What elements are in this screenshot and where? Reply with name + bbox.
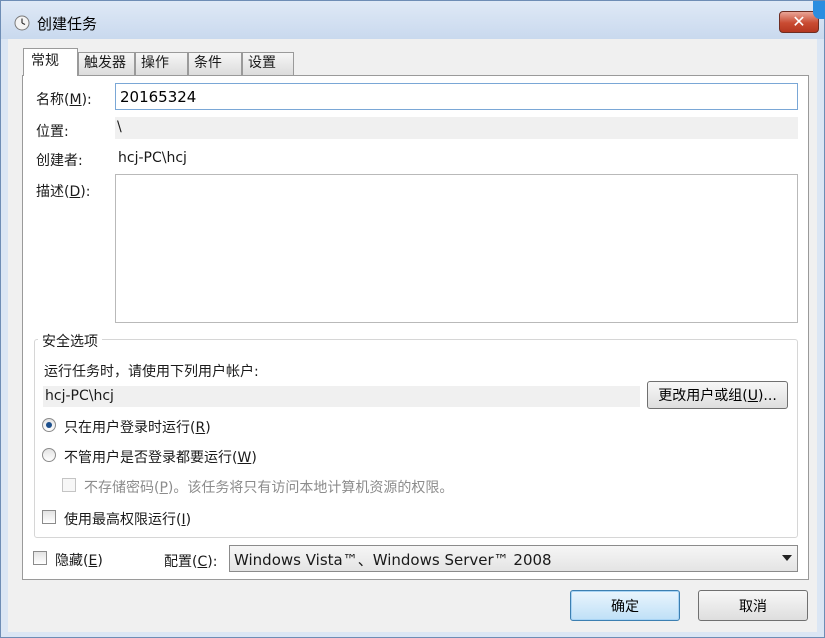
name-label: 名称(M): (36, 92, 92, 108)
tab-general[interactable]: 常规 (23, 48, 78, 76)
tab-conditions[interactable]: 条件 (188, 52, 242, 75)
radio-selected-dot (46, 422, 52, 428)
config-select[interactable]: Windows Vista™、Windows Server™ 2008 (229, 545, 798, 572)
tab-general-label: 常规 (31, 53, 59, 69)
window-title: 创建任务 (37, 15, 98, 33)
author-label: 创建者: (36, 153, 83, 169)
config-label: 配置(C): (164, 554, 218, 570)
hidden-checkbox[interactable] (33, 551, 47, 565)
ok-button[interactable]: 确定 (570, 590, 680, 621)
description-label: 描述(D): (36, 184, 91, 200)
radio-run-when-logged-on[interactable] (42, 418, 56, 432)
description-textarea[interactable] (115, 174, 798, 323)
hidden-label[interactable]: 隐藏(E) (55, 550, 103, 570)
tab-settings[interactable]: 设置 (242, 52, 294, 75)
tab-actions[interactable]: 操作 (135, 52, 188, 75)
corner-badge-icon (813, 1, 825, 19)
tab-triggers-label: 触发器 (84, 55, 126, 71)
tab-actions-label: 操作 (141, 55, 169, 71)
name-input[interactable] (115, 83, 798, 110)
clock-icon (14, 15, 30, 31)
change-user-button[interactable]: 更改用户或组(U)... (647, 381, 788, 409)
no-store-password-label: 不存储密码(P)。该任务将只有访问本地计算机资源的权限。 (84, 480, 454, 496)
tab-conditions-label: 条件 (194, 55, 222, 71)
highest-privileges-checkbox[interactable] (42, 510, 56, 524)
title-bar[interactable]: 创建任务 ✕ (1, 1, 825, 39)
radio-run-whether-logged-on-label[interactable]: 不管用户是否登录都要运行(W) (64, 447, 257, 467)
location-value: \ (115, 117, 798, 139)
author-value: hcj-PC\hcj (118, 150, 187, 166)
chevron-down-icon[interactable] (782, 555, 792, 561)
tab-triggers[interactable]: 触发器 (78, 52, 135, 75)
user-account-field: hcj-PC\hcj (43, 386, 640, 407)
location-label: 位置: (36, 124, 69, 140)
highest-privileges-label[interactable]: 使用最高权限运行(I) (64, 509, 191, 529)
close-icon: ✕ (792, 12, 806, 31)
radio-run-whether-logged-on[interactable] (42, 448, 56, 462)
no-store-password-checkbox[interactable] (62, 478, 76, 492)
tab-settings-label: 设置 (248, 55, 276, 71)
cancel-button[interactable]: 取消 (698, 590, 808, 621)
radio-run-when-logged-on-label[interactable]: 只在用户登录时运行(R) (64, 417, 211, 437)
run-as-prompt: 运行任务时，请使用下列用户帐户: (44, 364, 259, 380)
security-options-legend: 安全选项 (38, 331, 102, 351)
